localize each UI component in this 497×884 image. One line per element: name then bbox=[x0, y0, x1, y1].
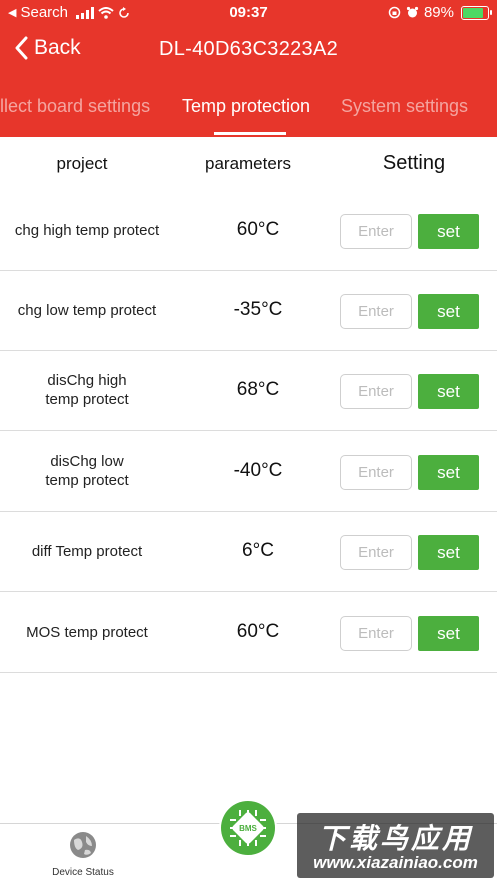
globe-icon bbox=[70, 832, 96, 858]
mos-temp-set-button[interactable]: set bbox=[418, 616, 479, 651]
app-header: ◀ Search 09:37 89% Back DL-40D63C3223A2 … bbox=[0, 0, 497, 137]
row-name: disChg low temp protect bbox=[45, 453, 129, 489]
column-header-parameters: parameters bbox=[205, 154, 291, 173]
row-value: -40°C bbox=[233, 460, 283, 481]
table-row: chg low temp protect -35°C set bbox=[0, 270, 497, 351]
status-right: 89% bbox=[388, 4, 492, 21]
dischg-high-temp-input[interactable] bbox=[340, 374, 412, 409]
chg-high-temp-input[interactable] bbox=[340, 214, 412, 249]
tab-temp-protection[interactable]: Temp protection bbox=[182, 96, 310, 117]
table-row: MOS temp protect 60°C set bbox=[0, 592, 497, 673]
row-name: disChg high temp protect bbox=[45, 372, 129, 408]
row-value: 6°C bbox=[242, 540, 274, 561]
active-tab-indicator bbox=[214, 132, 286, 135]
row-value: 68°C bbox=[236, 379, 280, 400]
table-row: chg high temp protect 60°C set bbox=[0, 190, 497, 271]
battery-icon bbox=[461, 5, 492, 20]
row-name: MOS temp protect bbox=[26, 623, 148, 641]
watermark: 下载鸟应用 www.xiazainiao.com bbox=[297, 813, 494, 878]
row-name: chg low temp protect bbox=[17, 301, 157, 319]
dischg-high-temp-set-button[interactable]: set bbox=[418, 374, 479, 409]
table-header: project parameters Setting bbox=[0, 137, 497, 190]
battery-level bbox=[463, 7, 484, 18]
tab-bar: llect board settings Temp protection Sys… bbox=[0, 86, 497, 137]
column-header-project: project bbox=[56, 154, 108, 173]
battery-tip bbox=[490, 9, 492, 15]
tab-system-settings[interactable]: System settings bbox=[341, 96, 468, 117]
dischg-low-temp-input[interactable] bbox=[340, 455, 412, 490]
chg-high-temp-set-button[interactable]: set bbox=[418, 214, 479, 249]
status-bar: ◀ Search 09:37 89% bbox=[0, 0, 497, 26]
dischg-low-temp-set-button[interactable]: set bbox=[418, 455, 479, 490]
mos-temp-input[interactable] bbox=[340, 616, 412, 651]
tab-device-status[interactable]: Device Status bbox=[40, 830, 126, 878]
row-name: diff Temp protect bbox=[31, 542, 143, 560]
page-title: DL-40D63C3223A2 bbox=[158, 38, 339, 60]
table-row: disChg high temp protect 68°C set bbox=[0, 350, 497, 431]
bms-label: BMS bbox=[239, 824, 257, 833]
watermark-url: www.xiazainiao.com bbox=[313, 853, 478, 872]
battery-percent: 89% bbox=[423, 4, 454, 21]
row-value: -35°C bbox=[233, 299, 283, 320]
column-header-setting: Setting bbox=[382, 152, 446, 174]
table-row: disChg low temp protect -40°C set bbox=[0, 431, 497, 512]
chg-low-temp-set-button[interactable]: set bbox=[418, 294, 479, 329]
device-status-label: Device Status bbox=[52, 867, 114, 878]
row-name: chg high temp protect bbox=[14, 221, 160, 239]
row-value: 60°C bbox=[236, 219, 280, 240]
alarm-icon bbox=[406, 6, 419, 18]
chg-low-temp-input[interactable] bbox=[340, 294, 412, 329]
diff-temp-input[interactable] bbox=[340, 535, 412, 570]
table-row: diff Temp protect 6°C set bbox=[0, 511, 497, 592]
watermark-title: 下载鸟应用 bbox=[317, 823, 473, 854]
row-value: 60°C bbox=[236, 621, 280, 642]
chip-icon: BMS bbox=[230, 810, 266, 846]
bms-button[interactable]: BMS bbox=[221, 801, 275, 855]
orientation-lock-icon bbox=[388, 6, 401, 19]
diff-temp-set-button[interactable]: set bbox=[418, 535, 479, 570]
tab-collect-board-settings[interactable]: llect board settings bbox=[0, 96, 150, 117]
nav-bar: Back DL-40D63C3223A2 bbox=[0, 28, 497, 74]
